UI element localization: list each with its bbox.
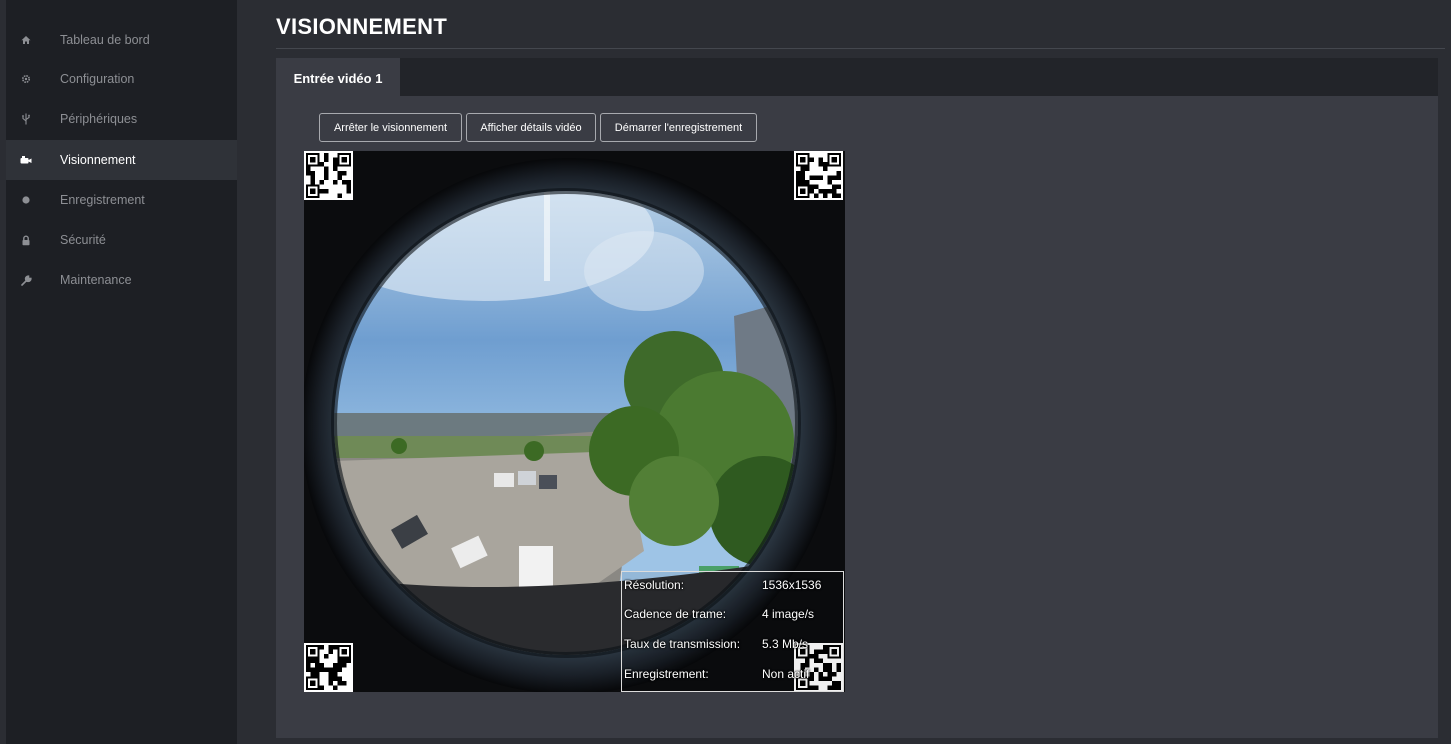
sidebar-item-label: Configuration xyxy=(60,72,135,86)
recording-status-label: Enregistrement: xyxy=(624,667,709,681)
tab-video-input-1[interactable]: Entrée vidéo 1 xyxy=(276,58,400,98)
resolution-label: Résolution: xyxy=(624,578,685,592)
sidebar-item-tableau-de-bord[interactable]: Tableau de bord xyxy=(6,20,237,60)
show-video-details-button[interactable]: Afficher détails vidéo xyxy=(466,113,596,142)
lock-icon xyxy=(20,234,32,246)
sidebar-item-label: Périphériques xyxy=(60,112,138,126)
page-title: VISIONNEMENT xyxy=(276,14,448,39)
header-divider xyxy=(276,48,1445,49)
frame-rate-value: 4 image/s xyxy=(762,607,815,621)
sidebar-item-label: Enregistrement xyxy=(60,193,145,207)
sidebar-item-enregistrement[interactable]: Enregistrement xyxy=(6,180,237,220)
sidebar-item-peripheriques[interactable]: Périphériques xyxy=(6,99,237,139)
resolution-value: 1536x1536 xyxy=(762,578,822,592)
wrench-icon xyxy=(20,274,32,286)
sidebar-item-label: Visionnement xyxy=(60,153,136,167)
video-details-overlay: Résolution: 1536x1536 Cadence de trame: … xyxy=(621,571,844,692)
sidebar-item-maintenance[interactable]: Maintenance xyxy=(6,260,237,300)
home-icon xyxy=(20,34,32,46)
qr-code-top-left xyxy=(304,151,353,200)
record-dot-icon xyxy=(20,194,32,206)
stop-viewing-button[interactable]: Arrêter le visionnement xyxy=(319,113,462,142)
sidebar-item-label: Tableau de bord xyxy=(60,33,150,47)
sidebar-item-label: Sécurité xyxy=(60,233,106,247)
sidebar-item-configuration[interactable]: Configuration xyxy=(6,59,237,99)
video-camera-icon xyxy=(20,154,32,166)
usb-icon xyxy=(20,113,32,125)
qr-code-top-right xyxy=(794,151,843,200)
frame-rate-label: Cadence de trame: xyxy=(624,607,727,621)
recording-status-value: Non actif xyxy=(762,667,810,681)
qr-code-bottom-left xyxy=(304,643,353,692)
bitrate-label: Taux de transmission: xyxy=(624,637,741,651)
sidebar-item-label: Maintenance xyxy=(60,273,132,287)
bitrate-value: 5.3 Mb/s xyxy=(762,637,809,651)
sidebar: Tableau de bord Configuration Périphériq… xyxy=(6,0,237,744)
gear-icon xyxy=(20,73,32,85)
start-recording-button[interactable]: Démarrer l'enregistrement xyxy=(600,113,757,142)
tab-bar xyxy=(276,58,1438,96)
sidebar-item-securite[interactable]: Sécurité xyxy=(6,220,237,260)
sidebar-item-visionnement[interactable]: Visionnement xyxy=(6,140,237,180)
